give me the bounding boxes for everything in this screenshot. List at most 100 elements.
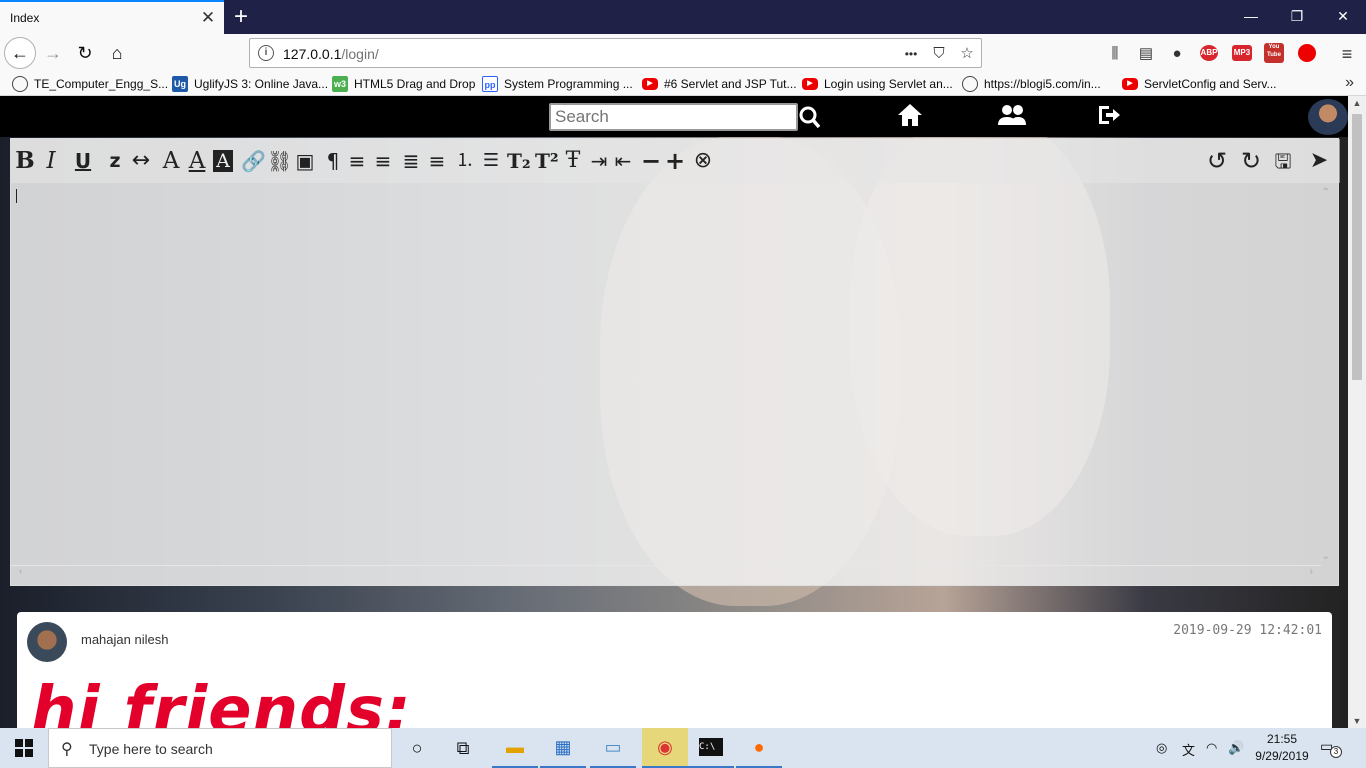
notepad-icon[interactable]: ▭ [590,728,636,768]
windows-start-icon[interactable] [0,728,48,768]
new-tab-button[interactable]: + [228,2,254,32]
paragraph-icon[interactable]: ¶ [323,148,343,174]
notification-icon[interactable]: ▭ 3 [1320,738,1344,758]
system-clock[interactable]: 21:55 9/29/2019 [1252,731,1312,765]
chevron-more-icon[interactable]: » [1345,74,1354,92]
site-info-icon[interactable]: i [258,45,274,61]
bookmark-item[interactable]: ▶ ServletConfig and Serv... [1122,75,1277,93]
bookmark-star-icon[interactable]: ☆ [956,43,978,65]
bookmark-item[interactable]: https://blogi5.com/in... [962,75,1101,93]
font-background-icon[interactable]: A [213,150,233,172]
close-tab-icon[interactable]: ✕ [199,7,217,29]
user-avatar[interactable] [1308,99,1348,135]
menu-icon[interactable]: ≡ [1336,43,1358,65]
bookmark-item[interactable]: ▶ #6 Servlet and JSP Tut... [642,75,797,93]
globe-icon [962,76,978,92]
scroll-down-arrow-icon[interactable]: ⌄ [1322,551,1330,562]
taskbar-search-box[interactable]: ⚲ Type here to search [48,728,392,768]
ublock-icon[interactable] [1298,44,1316,62]
url-text[interactable]: 127.0.0.1/login/ [283,46,379,62]
italic-icon[interactable]: I [41,148,61,174]
bookmark-item[interactable]: Ug UglifyJS 3: Online Java... [172,75,328,93]
search-icon[interactable] [798,102,822,132]
minimize-icon[interactable]: — [1228,0,1274,34]
editor-horizontal-scrollbar[interactable]: ‹ › [11,565,1321,579]
scroll-right-arrow-icon[interactable]: › [1310,566,1313,577]
align-center-icon[interactable]: ≡ [427,148,447,174]
save-cancel-icon[interactable]: 🖫 [1273,148,1293,174]
account-icon[interactable]: ● [1166,43,1188,65]
url-bar[interactable]: i 127.0.0.1/login/ ••• ⛉ ☆ [249,38,982,68]
unordered-list-icon[interactable]: ☰ [481,148,501,174]
sidebar-icon[interactable]: ▤ [1135,43,1157,65]
library-icon[interactable]: ⫼ [1104,43,1126,65]
volume-icon[interactable]: 🔊 [1228,740,1244,756]
friends-icon[interactable] [997,102,1027,132]
bookmark-item[interactable]: TE_Computer_Engg_S... [12,75,168,93]
subscript-icon[interactable]: T₂ [507,148,531,174]
network-icon[interactable]: ◎ [1156,740,1167,756]
bookmark-label: System Programming ... [504,77,633,91]
expand-icon[interactable]: ↔ [131,148,151,174]
home-nav-icon[interactable] [897,102,923,132]
w3-icon: w3 [332,76,348,92]
page-scrollbar[interactable]: ▲ ▼ [1348,96,1366,728]
task-view-icon[interactable]: ⧉ [440,728,486,768]
firefox-icon[interactable]: ● [736,728,782,768]
window-close-icon[interactable]: ✕ [1320,0,1366,34]
scrollbar-thumb[interactable] [1352,114,1362,380]
justify-icon[interactable]: ≣ [401,148,421,174]
scroll-down-arrow-icon[interactable]: ▼ [1348,716,1366,726]
bookmark-item[interactable]: w3 HTML5 Drag and Drop [332,75,475,93]
input-method-icon[interactable]: 文 [1182,740,1195,759]
forward-button-icon[interactable]: → [38,39,68,67]
scroll-up-arrow-icon[interactable]: ⌃ [1322,187,1330,198]
indent-icon[interactable]: ⇥ [589,148,609,174]
youtube-extension-icon[interactable]: You Tube [1264,43,1284,63]
strikethrough-icon[interactable]: z [105,148,125,174]
align-left-icon[interactable]: ≡ [373,148,393,174]
terminal-icon[interactable]: C:\ [688,728,734,768]
redo-icon[interactable]: ↻ [1241,148,1261,174]
home-icon[interactable]: ⌂ [102,39,132,67]
page-actions-icon[interactable]: ••• [900,43,922,65]
control-panel-icon[interactable]: ▦ [540,728,586,768]
cortana-icon[interactable]: ○ [394,728,440,768]
minus-icon[interactable]: − [641,148,661,174]
reload-icon[interactable]: ↻ [70,39,100,67]
restore-icon[interactable]: ❐ [1274,0,1320,34]
bookmark-item[interactable]: pp System Programming ... [482,75,633,93]
browser-tab[interactable]: Index ✕ [0,0,224,34]
font-color-icon[interactable]: A [187,148,207,174]
text-height-icon[interactable]: Ŧ [563,148,583,174]
post-author[interactable]: mahajan nilesh [81,632,168,647]
bold-icon[interactable]: B [15,148,35,174]
scroll-left-arrow-icon[interactable]: ‹ [19,566,22,577]
outdent-icon[interactable]: ⇤ [613,148,633,174]
pocket-icon[interactable]: ⛉ [928,43,950,65]
app-icon[interactable]: ◉ [642,728,688,768]
back-button-icon[interactable]: ← [4,37,36,69]
bookmark-item[interactable]: ▶ Login using Servlet an... [802,75,953,93]
underline-icon[interactable]: U [73,148,93,174]
author-avatar[interactable] [27,622,67,662]
undo-icon[interactable]: ↺ [1207,148,1227,174]
send-icon[interactable]: ➤ [1309,148,1329,174]
font-icon[interactable]: A [161,148,181,174]
mp3-extension-icon[interactable]: MP3 [1232,45,1252,61]
scroll-up-arrow-icon[interactable]: ▲ [1348,98,1366,108]
link-icon[interactable]: 🔗 [241,148,266,174]
wifi-icon[interactable]: ◠ [1206,740,1217,756]
plus-icon[interactable]: + [665,148,685,174]
remove-format-icon[interactable]: ⊗ [693,148,713,174]
image-icon[interactable]: ▣ [295,148,315,174]
logout-icon[interactable] [1096,102,1122,132]
file-explorer-icon[interactable]: ▬ [492,728,538,768]
search-input[interactable] [549,103,798,131]
align-right-icon[interactable]: ≡ [347,148,367,174]
unlink-icon[interactable]: ⛓ [267,148,292,174]
adblock-plus-icon[interactable]: ABP [1200,45,1218,61]
superscript-icon[interactable]: T² [535,148,559,174]
editor-content-area[interactable] [13,183,1321,565]
ordered-list-icon[interactable]: ⒈ [455,148,475,174]
